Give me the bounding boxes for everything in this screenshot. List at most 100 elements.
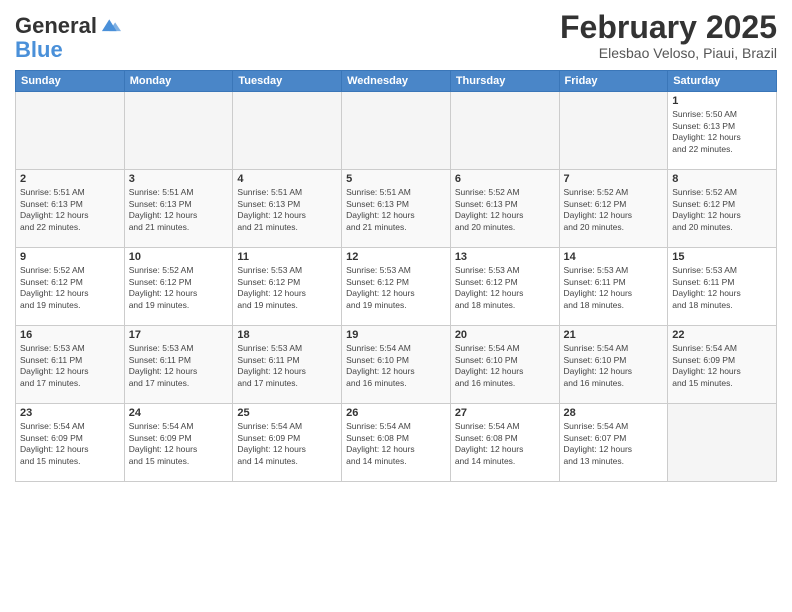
calendar-week-row: 23 Sunrise: 5:54 AM Sunset: 6:09 PM Dayli…: [16, 404, 777, 482]
day-info: Sunrise: 5:54 AM Sunset: 6:07 PM Dayligh…: [564, 421, 664, 467]
day-number: 11: [237, 251, 337, 263]
logo-blue: Blue: [15, 38, 63, 62]
day-number: 20: [455, 329, 555, 341]
day-info: Sunrise: 5:52 AM Sunset: 6:13 PM Dayligh…: [455, 187, 555, 233]
calendar-day-cell: 3 Sunrise: 5:51 AM Sunset: 6:13 PM Daylig…: [124, 170, 233, 248]
calendar-day-cell: 4 Sunrise: 5:51 AM Sunset: 6:13 PM Daylig…: [233, 170, 342, 248]
day-number: 19: [346, 329, 446, 341]
col-monday: Monday: [124, 71, 233, 92]
location: Elesbao Veloso, Piaui, Brazil: [560, 45, 777, 61]
day-number: 5: [346, 173, 446, 185]
day-number: 18: [237, 329, 337, 341]
calendar-day-cell: 6 Sunrise: 5:52 AM Sunset: 6:13 PM Daylig…: [450, 170, 559, 248]
calendar-day-cell: 8Sunrise: 5:52 AM Sunset: 6:12 PM Daylig…: [668, 170, 777, 248]
calendar-day-cell: 26 Sunrise: 5:54 AM Sunset: 6:08 PM Dayli…: [342, 404, 451, 482]
calendar-day-cell: 27 Sunrise: 5:54 AM Sunset: 6:08 PM Dayli…: [450, 404, 559, 482]
day-number: 15: [672, 251, 772, 263]
day-number: 10: [129, 251, 229, 263]
col-tuesday: Tuesday: [233, 71, 342, 92]
day-info: Sunrise: 5:53 AM Sunset: 6:12 PM Dayligh…: [237, 265, 337, 311]
day-number: 17: [129, 329, 229, 341]
calendar-day-cell: 20 Sunrise: 5:54 AM Sunset: 6:10 PM Dayli…: [450, 326, 559, 404]
col-wednesday: Wednesday: [342, 71, 451, 92]
calendar-day-cell: 2 Sunrise: 5:51 AM Sunset: 6:13 PM Daylig…: [16, 170, 125, 248]
day-info: Sunrise: 5:53 AM Sunset: 6:11 PM Dayligh…: [672, 265, 772, 311]
calendar-day-cell: 21 Sunrise: 5:54 AM Sunset: 6:10 PM Dayli…: [559, 326, 668, 404]
day-info: Sunrise: 5:50 AM Sunset: 6:13 PM Dayligh…: [672, 109, 772, 155]
calendar-week-row: 9 Sunrise: 5:52 AM Sunset: 6:12 PM Daylig…: [16, 248, 777, 326]
calendar-day-cell: 25 Sunrise: 5:54 AM Sunset: 6:09 PM Dayli…: [233, 404, 342, 482]
day-info: Sunrise: 5:52 AM Sunset: 6:12 PM Dayligh…: [129, 265, 229, 311]
day-info: Sunrise: 5:54 AM Sunset: 6:09 PM Dayligh…: [129, 421, 229, 467]
day-info: Sunrise: 5:51 AM Sunset: 6:13 PM Dayligh…: [129, 187, 229, 233]
day-info: Sunrise: 5:53 AM Sunset: 6:12 PM Dayligh…: [455, 265, 555, 311]
day-number: 21: [564, 329, 664, 341]
day-info: Sunrise: 5:51 AM Sunset: 6:13 PM Dayligh…: [237, 187, 337, 233]
day-number: 13: [455, 251, 555, 263]
col-saturday: Saturday: [668, 71, 777, 92]
calendar-day-cell: 19 Sunrise: 5:54 AM Sunset: 6:10 PM Dayli…: [342, 326, 451, 404]
calendar-day-cell: [16, 92, 125, 170]
day-info: Sunrise: 5:54 AM Sunset: 6:09 PM Dayligh…: [237, 421, 337, 467]
day-number: 2: [20, 173, 120, 185]
logo-icon: [99, 15, 121, 37]
calendar-day-cell: [668, 404, 777, 482]
day-number: 4: [237, 173, 337, 185]
day-number: 25: [237, 407, 337, 419]
calendar-day-cell: 14 Sunrise: 5:53 AM Sunset: 6:11 PM Dayli…: [559, 248, 668, 326]
day-info: Sunrise: 5:54 AM Sunset: 6:09 PM Dayligh…: [672, 343, 772, 389]
day-info: Sunrise: 5:54 AM Sunset: 6:10 PM Dayligh…: [346, 343, 446, 389]
day-info: Sunrise: 5:52 AM Sunset: 6:12 PM Dayligh…: [564, 187, 664, 233]
day-number: 6: [455, 173, 555, 185]
day-number: 9: [20, 251, 120, 263]
col-friday: Friday: [559, 71, 668, 92]
calendar-day-cell: 15 Sunrise: 5:53 AM Sunset: 6:11 PM Dayli…: [668, 248, 777, 326]
day-number: 16: [20, 329, 120, 341]
day-info: Sunrise: 5:54 AM Sunset: 6:08 PM Dayligh…: [455, 421, 555, 467]
calendar-day-cell: 16Sunrise: 5:53 AM Sunset: 6:11 PM Dayli…: [16, 326, 125, 404]
day-number: 28: [564, 407, 664, 419]
calendar-day-cell: 22 Sunrise: 5:54 AM Sunset: 6:09 PM Dayli…: [668, 326, 777, 404]
calendar-day-cell: 11 Sunrise: 5:53 AM Sunset: 6:12 PM Dayli…: [233, 248, 342, 326]
col-sunday: Sunday: [16, 71, 125, 92]
calendar-day-cell: 18Sunrise: 5:53 AM Sunset: 6:11 PM Dayli…: [233, 326, 342, 404]
day-number: 24: [129, 407, 229, 419]
day-number: 14: [564, 251, 664, 263]
calendar-day-cell: 10 Sunrise: 5:52 AM Sunset: 6:12 PM Dayli…: [124, 248, 233, 326]
day-info: Sunrise: 5:54 AM Sunset: 6:10 PM Dayligh…: [564, 343, 664, 389]
calendar-day-cell: 5Sunrise: 5:51 AM Sunset: 6:13 PM Daylig…: [342, 170, 451, 248]
calendar-week-row: 2 Sunrise: 5:51 AM Sunset: 6:13 PM Daylig…: [16, 170, 777, 248]
day-info: Sunrise: 5:54 AM Sunset: 6:08 PM Dayligh…: [346, 421, 446, 467]
calendar-day-cell: 28 Sunrise: 5:54 AM Sunset: 6:07 PM Dayli…: [559, 404, 668, 482]
day-number: 8: [672, 173, 772, 185]
day-number: 7: [564, 173, 664, 185]
day-number: 26: [346, 407, 446, 419]
calendar-day-cell: [233, 92, 342, 170]
calendar-day-cell: 9Sunrise: 5:52 AM Sunset: 6:12 PM Daylig…: [16, 248, 125, 326]
day-number: 3: [129, 173, 229, 185]
calendar-week-row: 1 Sunrise: 5:50 AM Sunset: 6:13 PM Daylig…: [16, 92, 777, 170]
day-number: 23: [20, 407, 120, 419]
col-thursday: Thursday: [450, 71, 559, 92]
calendar-day-cell: 1 Sunrise: 5:50 AM Sunset: 6:13 PM Daylig…: [668, 92, 777, 170]
calendar-week-row: 16Sunrise: 5:53 AM Sunset: 6:11 PM Dayli…: [16, 326, 777, 404]
day-number: 12: [346, 251, 446, 263]
calendar-header-row: Sunday Monday Tuesday Wednesday Thursday…: [16, 71, 777, 92]
calendar-day-cell: 13 Sunrise: 5:53 AM Sunset: 6:12 PM Dayli…: [450, 248, 559, 326]
day-info: Sunrise: 5:53 AM Sunset: 6:11 PM Dayligh…: [564, 265, 664, 311]
day-number: 27: [455, 407, 555, 419]
calendar-day-cell: [342, 92, 451, 170]
day-number: 22: [672, 329, 772, 341]
calendar-day-cell: [124, 92, 233, 170]
day-info: Sunrise: 5:51 AM Sunset: 6:13 PM Dayligh…: [20, 187, 120, 233]
header: General Blue February 2025 Elesbao Velos…: [15, 10, 777, 62]
title-block: February 2025 Elesbao Veloso, Piaui, Bra…: [560, 10, 777, 61]
calendar-day-cell: 12 Sunrise: 5:53 AM Sunset: 6:12 PM Dayli…: [342, 248, 451, 326]
page: General Blue February 2025 Elesbao Velos…: [0, 0, 792, 612]
day-info: Sunrise: 5:53 AM Sunset: 6:12 PM Dayligh…: [346, 265, 446, 311]
day-number: 1: [672, 95, 772, 107]
day-info: Sunrise: 5:54 AM Sunset: 6:10 PM Dayligh…: [455, 343, 555, 389]
calendar-day-cell: 7 Sunrise: 5:52 AM Sunset: 6:12 PM Daylig…: [559, 170, 668, 248]
month-title: February 2025: [560, 10, 777, 45]
calendar-day-cell: 17Sunrise: 5:53 AM Sunset: 6:11 PM Dayli…: [124, 326, 233, 404]
